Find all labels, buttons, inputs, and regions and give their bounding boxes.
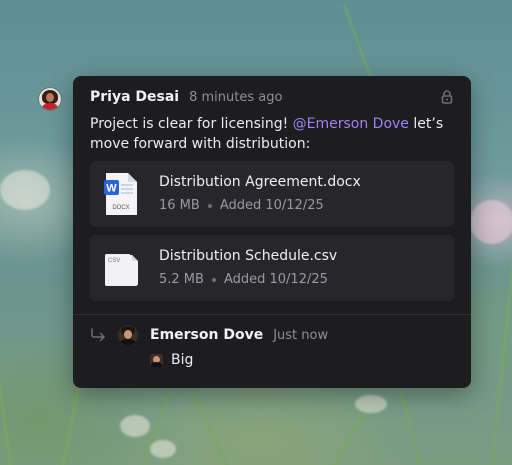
background-flower bbox=[470, 200, 512, 244]
user-mention[interactable]: @Emerson Dove bbox=[293, 116, 409, 132]
lock-icon[interactable] bbox=[441, 90, 453, 104]
comment-card: Priya Desai 8 minutes ago Project is cle… bbox=[73, 76, 471, 388]
reply-timestamp: Just now bbox=[273, 328, 329, 343]
background-flower bbox=[150, 440, 176, 458]
background-stem bbox=[396, 382, 423, 465]
file-type-label: CSV bbox=[108, 258, 120, 264]
avatar-shirt bbox=[120, 339, 136, 345]
author-avatar[interactable] bbox=[39, 88, 61, 110]
message-text: Project is clear for licensing! bbox=[90, 116, 293, 132]
attachment-size: 16 MB bbox=[159, 198, 200, 213]
background-flower bbox=[120, 415, 150, 437]
avatar-face bbox=[46, 93, 54, 102]
avatar-shirt bbox=[42, 103, 58, 110]
background-stem bbox=[342, 4, 373, 81]
file-type-label: DOCX bbox=[112, 205, 129, 211]
word-document-icon: W DOCX bbox=[104, 173, 137, 215]
reply-divider bbox=[73, 314, 471, 315]
separator-dot bbox=[207, 203, 212, 208]
background-stem bbox=[192, 392, 233, 465]
background-stem bbox=[0, 232, 13, 465]
reply-author-avatar[interactable] bbox=[118, 325, 138, 345]
comment-header: Priya Desai 8 minutes ago bbox=[90, 89, 282, 105]
background-flower bbox=[355, 395, 387, 413]
attachment-card[interactable]: CSV Distribution Schedule.csv 5.2 MB Add… bbox=[90, 235, 454, 301]
attachment-meta: 5.2 MB Added 10/12/25 bbox=[159, 272, 328, 287]
word-icon-letter: W bbox=[106, 183, 117, 195]
attachment-name[interactable]: Distribution Schedule.csv bbox=[159, 248, 337, 264]
reply-text: Big bbox=[171, 352, 194, 368]
reply-body: Big bbox=[150, 352, 193, 368]
avatar-shirt bbox=[151, 361, 162, 367]
reply-header: Emerson Dove Just now bbox=[150, 327, 328, 343]
comment-message: Project is clear for licensing! @Emerson… bbox=[90, 114, 450, 154]
comment-author-name[interactable]: Priya Desai bbox=[90, 89, 179, 105]
attachment-added-date: Added 10/12/25 bbox=[223, 272, 328, 287]
reply-author-name[interactable]: Emerson Dove bbox=[150, 327, 263, 343]
attachment-added-date: Added 10/12/25 bbox=[219, 198, 324, 213]
attachment-name[interactable]: Distribution Agreement.docx bbox=[159, 174, 361, 190]
mini-avatar-icon bbox=[150, 353, 163, 367]
attachment-size: 5.2 MB bbox=[159, 272, 204, 287]
attachment-card[interactable]: W DOCX Distribution Agreement.docx 16 MB… bbox=[90, 161, 454, 227]
avatar-face bbox=[124, 330, 132, 339]
reply-arrow-icon bbox=[91, 328, 105, 342]
background-flower bbox=[0, 170, 50, 210]
separator-dot bbox=[211, 277, 216, 282]
csv-file-icon: CSV bbox=[105, 254, 138, 286]
comment-timestamp: 8 minutes ago bbox=[189, 90, 283, 105]
attachment-meta: 16 MB Added 10/12/25 bbox=[159, 198, 324, 213]
background-stem bbox=[490, 251, 512, 465]
